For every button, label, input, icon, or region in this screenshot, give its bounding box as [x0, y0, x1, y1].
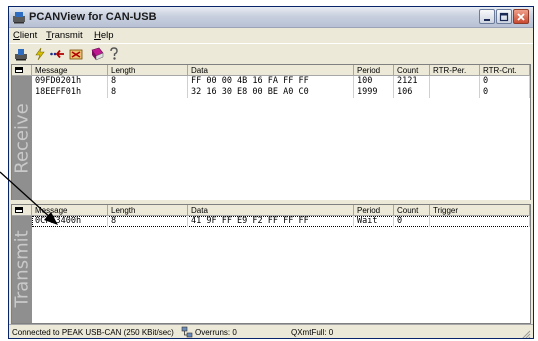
transmit-header-trigger[interactable]: Trigger: [430, 205, 530, 216]
receive-header-data[interactable]: Data: [188, 65, 354, 76]
transmit-panel: Message Length Data Period Count Trigger…: [11, 204, 531, 324]
minimize-button[interactable]: [479, 9, 495, 24]
filter-icon: [69, 49, 83, 60]
receive-cell-message: 18EEFF01h: [32, 87, 108, 98]
transmit-cell-trigger: [430, 216, 530, 227]
receive-row[interactable]: 09FD0201h 8 FF 00 00 4B 16 FA FF FF 100 …: [32, 76, 530, 87]
receive-cell-rtr-per: [430, 76, 480, 87]
menu-help-key: H: [94, 30, 101, 41]
receive-header: Message Length Data Period Count RTR-Per…: [12, 65, 530, 76]
menu-bar: Client Transmit Help: [9, 28, 533, 43]
receive-cell-data: FF 00 00 4B 16 FA FF FF: [188, 76, 354, 87]
transmit-header-data[interactable]: Data: [188, 205, 354, 216]
status-bar: Connected to PEAK USB-CAN (250 KBit/sec)…: [9, 324, 533, 339]
close-icon: [517, 13, 525, 21]
transmit-cell-count: 0: [394, 216, 430, 227]
properties-button[interactable]: [89, 47, 105, 61]
maximize-button[interactable]: [496, 9, 512, 24]
resize-grip-icon[interactable]: [521, 330, 531, 339]
receive-cell-message: 09FD0201h: [32, 76, 108, 87]
minimize-icon: [484, 19, 490, 21]
toolbar: [9, 43, 533, 64]
transmit-header-message[interactable]: Message: [32, 205, 108, 216]
receive-header-length[interactable]: Length: [108, 65, 188, 76]
connect-icon: [15, 49, 27, 61]
receive-panel: Message Length Data Period Count RTR-Per…: [11, 64, 531, 201]
receive-cell-rtr-cnt: 0: [480, 76, 530, 87]
menu-transmit-label: ransmit: [51, 30, 83, 41]
receive-row[interactable]: 18EEFF01h 8 32 16 30 E8 00 BE A0 C0 1999…: [32, 87, 530, 98]
receive-cell-length: 8: [108, 76, 188, 87]
transmit-cell-period: Wait: [354, 216, 394, 227]
transmit-header: Message Length Data Period Count Trigger: [12, 205, 530, 216]
help-button[interactable]: [106, 47, 122, 61]
menu-client[interactable]: Client: [13, 30, 37, 41]
receive-header-rtr-cnt[interactable]: RTR-Cnt.: [480, 65, 530, 76]
menu-help[interactable]: Help: [94, 30, 114, 41]
title-bar[interactable]: PCANView for CAN-USB: [9, 7, 533, 28]
receive-header-count[interactable]: Count: [394, 65, 430, 76]
transmit-row[interactable]: 0CFF3400h 8 41 9F FF E9 F2 FF FF FF Wait…: [32, 216, 530, 227]
receive-header-corner[interactable]: [12, 65, 32, 76]
receive-cell-count: 106: [394, 87, 430, 98]
receive-cell-period: 100: [354, 76, 394, 87]
menu-client-label: lient: [19, 30, 38, 41]
receive-header-message[interactable]: Message: [32, 65, 108, 76]
filter-button[interactable]: [68, 47, 84, 61]
transmit-cell-length: 8: [108, 216, 188, 227]
transmit-header-length[interactable]: Length: [108, 205, 188, 216]
status-connection: Connected to PEAK USB-CAN (250 KBit/sec): [12, 328, 174, 337]
transmit-cell-message: 0CFF3400h: [32, 216, 108, 227]
new-message-button[interactable]: [49, 47, 65, 61]
receive-cell-data: 32 16 30 E8 00 BE A0 C0: [188, 87, 354, 98]
transmit-sidebar: Transmit: [11, 216, 33, 323]
app-icon: [13, 12, 25, 24]
arrow-left-icon: [50, 49, 64, 59]
status-qxmtfull: QXmtFull: 0: [291, 328, 334, 337]
transmit-label: Transmit: [11, 230, 33, 308]
maximize-icon: [499, 12, 509, 22]
menu-transmit[interactable]: Transmit: [46, 30, 83, 41]
network-icon: [181, 326, 193, 338]
menu-client-key: C: [13, 30, 20, 41]
menu-help-label: elp: [100, 30, 114, 41]
receive-sidebar: Receive: [11, 76, 33, 200]
receive-cell-count: 2121: [394, 76, 430, 87]
transmit-cell-data: 41 9F FF E9 F2 FF FF FF: [188, 216, 354, 227]
transmit-header-count[interactable]: Count: [394, 205, 430, 216]
connect-button[interactable]: [13, 47, 29, 61]
receive-cell-period: 1999: [354, 87, 394, 98]
transmit-header-corner[interactable]: [12, 205, 32, 216]
window-title: PCANView for CAN-USB: [29, 11, 157, 23]
lightning-icon: [35, 47, 45, 61]
receive-cell-rtr-per: [430, 87, 480, 98]
receive-cell-length: 8: [108, 87, 188, 98]
close-button[interactable]: [513, 9, 529, 24]
receive-header-period[interactable]: Period: [354, 65, 394, 76]
disconnect-button[interactable]: [32, 47, 48, 61]
receive-cell-rtr-cnt: 0: [480, 87, 530, 98]
receive-header-rtr-per[interactable]: RTR-Per.: [430, 65, 480, 76]
main-window: PCANView for CAN-USB Client Transmit Hel…: [8, 6, 534, 339]
window-toggle-icon: [15, 207, 23, 213]
status-overruns: Overruns: 0: [195, 328, 237, 337]
book-icon: [91, 47, 104, 61]
receive-label: Receive: [11, 103, 33, 174]
help-icon: [110, 47, 118, 60]
transmit-header-period[interactable]: Period: [354, 205, 394, 216]
window-toggle-icon: [15, 67, 23, 73]
